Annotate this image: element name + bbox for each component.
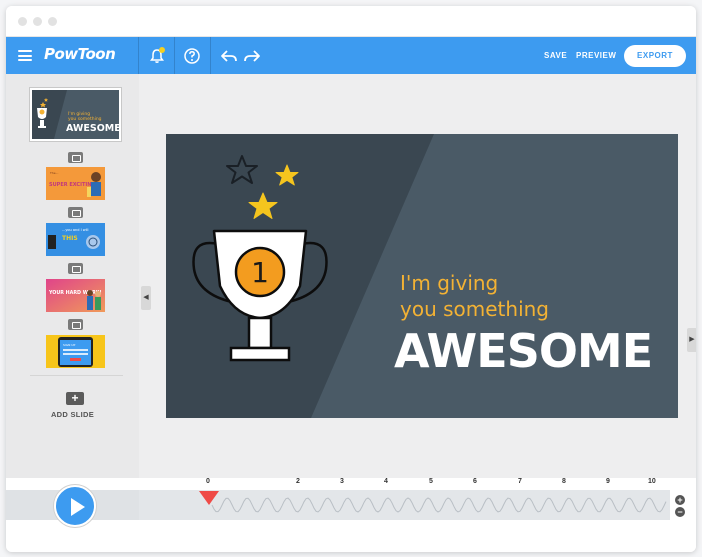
slide-thumbnail-preview: YOUR HARD WORK! — [46, 279, 105, 312]
save-button[interactable]: SAVE — [544, 51, 567, 60]
slide-thumbnail-preview: I'm giving you something AWESOME — [32, 90, 119, 139]
transition-icon[interactable] — [68, 319, 83, 330]
export-button[interactable]: EXPORT — [624, 45, 686, 67]
zoom-in-button[interactable]: + — [675, 495, 685, 505]
top-toolbar: PowToon SAVE PREVIEW EXPORT — [6, 37, 696, 74]
thumb-text: The... — [49, 171, 58, 175]
thumb-text: SIGN UP — [63, 343, 76, 347]
slide-title: AWESOME — [394, 324, 653, 378]
transition-icon[interactable] — [68, 152, 83, 163]
thumb-title: AWESOME — [66, 123, 119, 134]
app-logo: PowToon — [44, 45, 116, 63]
timeline-tick: 9 — [606, 478, 610, 485]
toolbar-divider — [138, 37, 139, 74]
collapse-sidebar-arrow-icon[interactable]: ◀ — [141, 286, 151, 310]
undo-icon[interactable] — [219, 46, 239, 66]
slide-thumbnail-4[interactable]: YOUR HARD WORK! — [46, 279, 105, 312]
playhead-marker[interactable] — [199, 491, 219, 505]
help-icon[interactable] — [182, 46, 202, 66]
slide-thumbnail-2[interactable]: The... SUPER EXCITING — [46, 167, 105, 200]
redo-icon[interactable] — [242, 46, 262, 66]
timeline-tick: 5 — [429, 478, 433, 485]
thumb-title: THIS — [62, 235, 78, 242]
sidebar-divider — [30, 375, 123, 376]
slide-canvas[interactable]: 1 I'm giving you something AWESOME — [166, 134, 678, 418]
slide-thumbnail-preview: The... SUPER EXCITING — [46, 167, 105, 200]
timeline-tick: 6 — [473, 478, 477, 485]
slide-subtitle-line2: you something — [400, 297, 549, 321]
trophy-number: 1 — [251, 256, 269, 289]
thumb-text: you something — [68, 116, 102, 122]
menu-icon[interactable] — [18, 50, 32, 61]
slide-subtitle-line1: I'm giving — [400, 271, 499, 295]
timeline-tick: 2 — [296, 478, 300, 485]
expand-panel-arrow-icon[interactable]: ▶ — [687, 328, 696, 352]
window-close-dot[interactable] — [18, 17, 27, 26]
transition-icon[interactable] — [68, 263, 83, 274]
add-slide-button[interactable]: ADD SLIDE — [6, 410, 139, 419]
timeline-tick: 4 — [384, 478, 388, 485]
timeline-tick: 0 — [206, 478, 210, 485]
timeline-tick: 10 — [648, 478, 656, 485]
preview-button[interactable]: PREVIEW — [576, 51, 616, 60]
slide-thumbnail-5[interactable]: SIGN UP — [46, 335, 105, 368]
timeline-tick: 8 — [562, 478, 566, 485]
notification-bell-icon[interactable] — [147, 46, 167, 66]
slide-thumbnail-3[interactable]: ...you and I will THIS — [46, 223, 105, 256]
slide-thumbnail-1[interactable]: I'm giving you something AWESOME — [30, 88, 121, 141]
slide-thumbnail-preview: SIGN UP — [46, 335, 105, 368]
thumb-title: YOUR HARD WORK! — [48, 290, 102, 296]
transition-icon[interactable] — [68, 207, 83, 218]
timeline-tick: 3 — [340, 478, 344, 485]
play-button[interactable] — [54, 485, 96, 527]
slide-subtitle: I'm giving you something — [400, 270, 549, 322]
slide-canvas-area: ◀ 1 I'm giving you something AWESOME ▶ — [139, 74, 696, 478]
add-slide-icon[interactable]: + — [66, 392, 84, 405]
thumb-text: ...you and I will — [62, 228, 89, 232]
window-titlebar — [6, 6, 696, 37]
timeline-waveform — [211, 497, 667, 513]
window-minimize-dot[interactable] — [33, 17, 42, 26]
toolbar-divider — [210, 37, 211, 74]
slide-thumbnail-preview: ...you and I will THIS — [46, 223, 105, 256]
timeline: 0 2 3 4 5 6 7 8 9 10 + − — [6, 478, 696, 552]
toolbar-divider — [174, 37, 175, 74]
window-maximize-dot[interactable] — [48, 17, 57, 26]
timeline-tick: 7 — [518, 478, 522, 485]
app-window: PowToon SAVE PREVIEW EXPORT I'm giving y… — [6, 6, 696, 552]
zoom-out-button[interactable]: − — [675, 507, 685, 517]
